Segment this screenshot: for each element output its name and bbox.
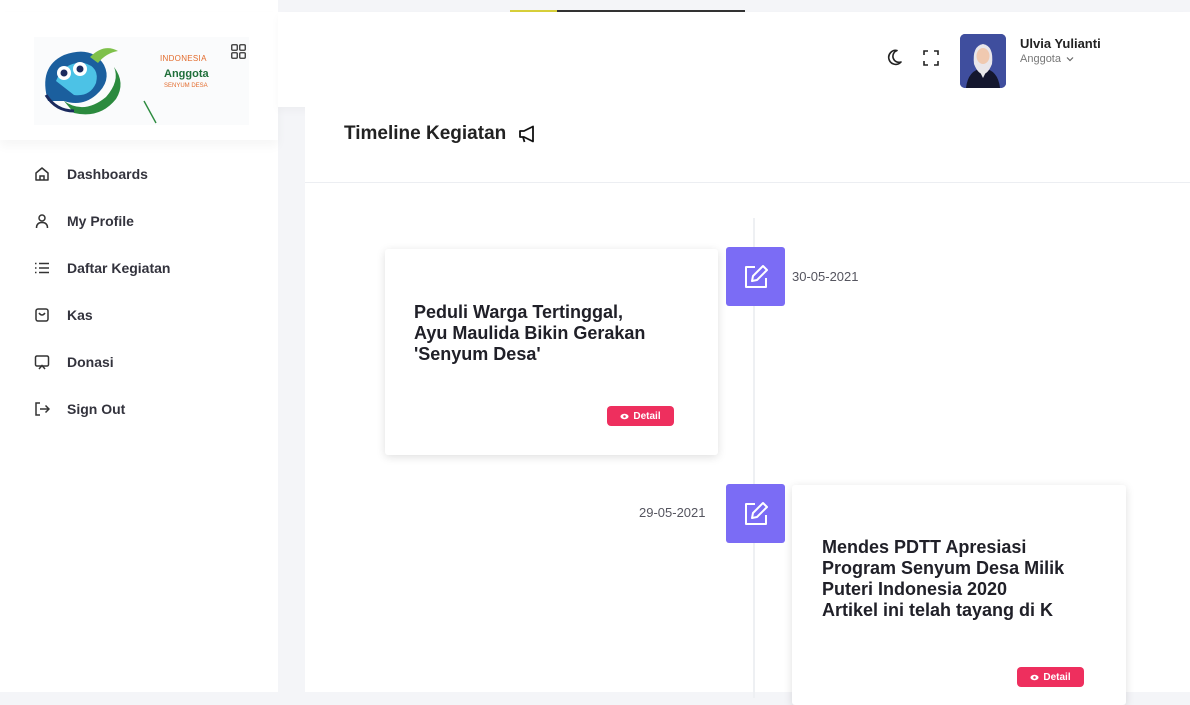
- timeline-date: 29-05-2021: [639, 505, 706, 520]
- timeline-date: 30-05-2021: [792, 269, 859, 284]
- home-icon: [35, 166, 49, 181]
- card-title-line: Artikel ini telah tayang di K: [822, 600, 1054, 620]
- detail-button-label: Detail: [1043, 671, 1071, 683]
- card-title-line: Puteri Indonesia 2020: [822, 579, 1008, 599]
- brand-line-1: INDONESIA: [160, 54, 207, 63]
- page-title: Timeline Kegiatan: [344, 123, 507, 144]
- sidebar: INDONESIA Anggota SENYUM DESA Dashboards…: [0, 0, 278, 692]
- sidebar-item-label: Donasi: [67, 353, 114, 370]
- timeline-badge: [726, 484, 785, 543]
- user-name: Ulvia Yulianti: [1020, 36, 1101, 51]
- user-role: Anggota: [1020, 53, 1061, 65]
- timeline-card: Peduli Warga Tertinggal, Ayu Maulida Bik…: [385, 249, 718, 455]
- sidebar-item-my-profile[interactable]: My Profile: [0, 197, 278, 244]
- sidebar-item-daftar-kegiatan[interactable]: Daftar Kegiatan: [0, 244, 278, 291]
- timeline-container: Peduli Warga Tertinggal, Ayu Maulida Bik…: [305, 183, 1190, 705]
- card-title: Mendes PDTT Apresiasi Program Senyum Des…: [822, 537, 1122, 621]
- edit-icon: [744, 501, 768, 525]
- detail-button-label: Detail: [633, 410, 661, 422]
- brand-line-2: Anggota: [164, 68, 209, 80]
- sign-out-icon: [35, 401, 50, 416]
- card-title-line: Ayu Maulida Bikin Gerakan: [414, 323, 646, 343]
- fullscreen-icon[interactable]: [923, 50, 939, 66]
- sidebar-item-dashboards[interactable]: Dashboards: [0, 150, 278, 197]
- timeline-badge: [726, 247, 785, 306]
- sidebar-item-label: Daftar Kegiatan: [67, 259, 171, 276]
- list-icon: [35, 262, 49, 273]
- card-title-line: Peduli Warga Tertinggal,: [414, 302, 624, 322]
- user-role-dropdown[interactable]: Anggota: [1020, 53, 1074, 65]
- grid-icon[interactable]: [231, 44, 246, 59]
- moon-icon[interactable]: [886, 49, 902, 66]
- sidebar-item-label: My Profile: [67, 212, 134, 229]
- donation-icon: [34, 354, 50, 369]
- detail-button[interactable]: Detail: [1017, 667, 1084, 687]
- top-header: Ulvia Yulianti Anggota: [278, 12, 1190, 107]
- page-title-wrap: Timeline Kegiatan: [344, 123, 538, 145]
- user-icon: [35, 213, 49, 228]
- edit-icon: [744, 264, 768, 288]
- page-header: Timeline Kegiatan: [305, 107, 1190, 183]
- sidebar-item-label: Kas: [67, 306, 93, 323]
- megaphone-icon: [518, 125, 534, 143]
- sidebar-nav: Dashboards My Profile Daftar Kegiatan Ka…: [0, 150, 278, 432]
- card-title-line: Program Senyum Desa Milik: [822, 558, 1065, 578]
- card-title: Peduli Warga Tertinggal, Ayu Maulida Bik…: [414, 302, 704, 365]
- brand-panel: INDONESIA Anggota SENYUM DESA: [0, 12, 278, 140]
- wallet-icon: [35, 307, 49, 322]
- sidebar-item-donasi[interactable]: Donasi: [0, 338, 278, 385]
- sidebar-item-sign-out[interactable]: Sign Out: [0, 385, 278, 432]
- detail-button[interactable]: Detail: [607, 406, 674, 426]
- sidebar-item-kas[interactable]: Kas: [0, 291, 278, 338]
- senyum-desa-logo: [34, 37, 249, 125]
- card-title-line: 'Senyum Desa': [414, 344, 541, 364]
- card-title-line: Mendes PDTT Apresiasi: [822, 537, 1027, 557]
- eye-icon: [620, 413, 629, 419]
- chevron-down-icon: [1066, 57, 1074, 62]
- timeline-card: Mendes PDTT Apresiasi Program Senyum Des…: [792, 485, 1126, 705]
- avatar[interactable]: [960, 34, 1006, 88]
- eye-icon: [1030, 674, 1039, 680]
- sidebar-item-label: Sign Out: [67, 400, 126, 417]
- brand-line-3: SENYUM DESA: [164, 83, 208, 89]
- sidebar-item-label: Dashboards: [67, 165, 148, 182]
